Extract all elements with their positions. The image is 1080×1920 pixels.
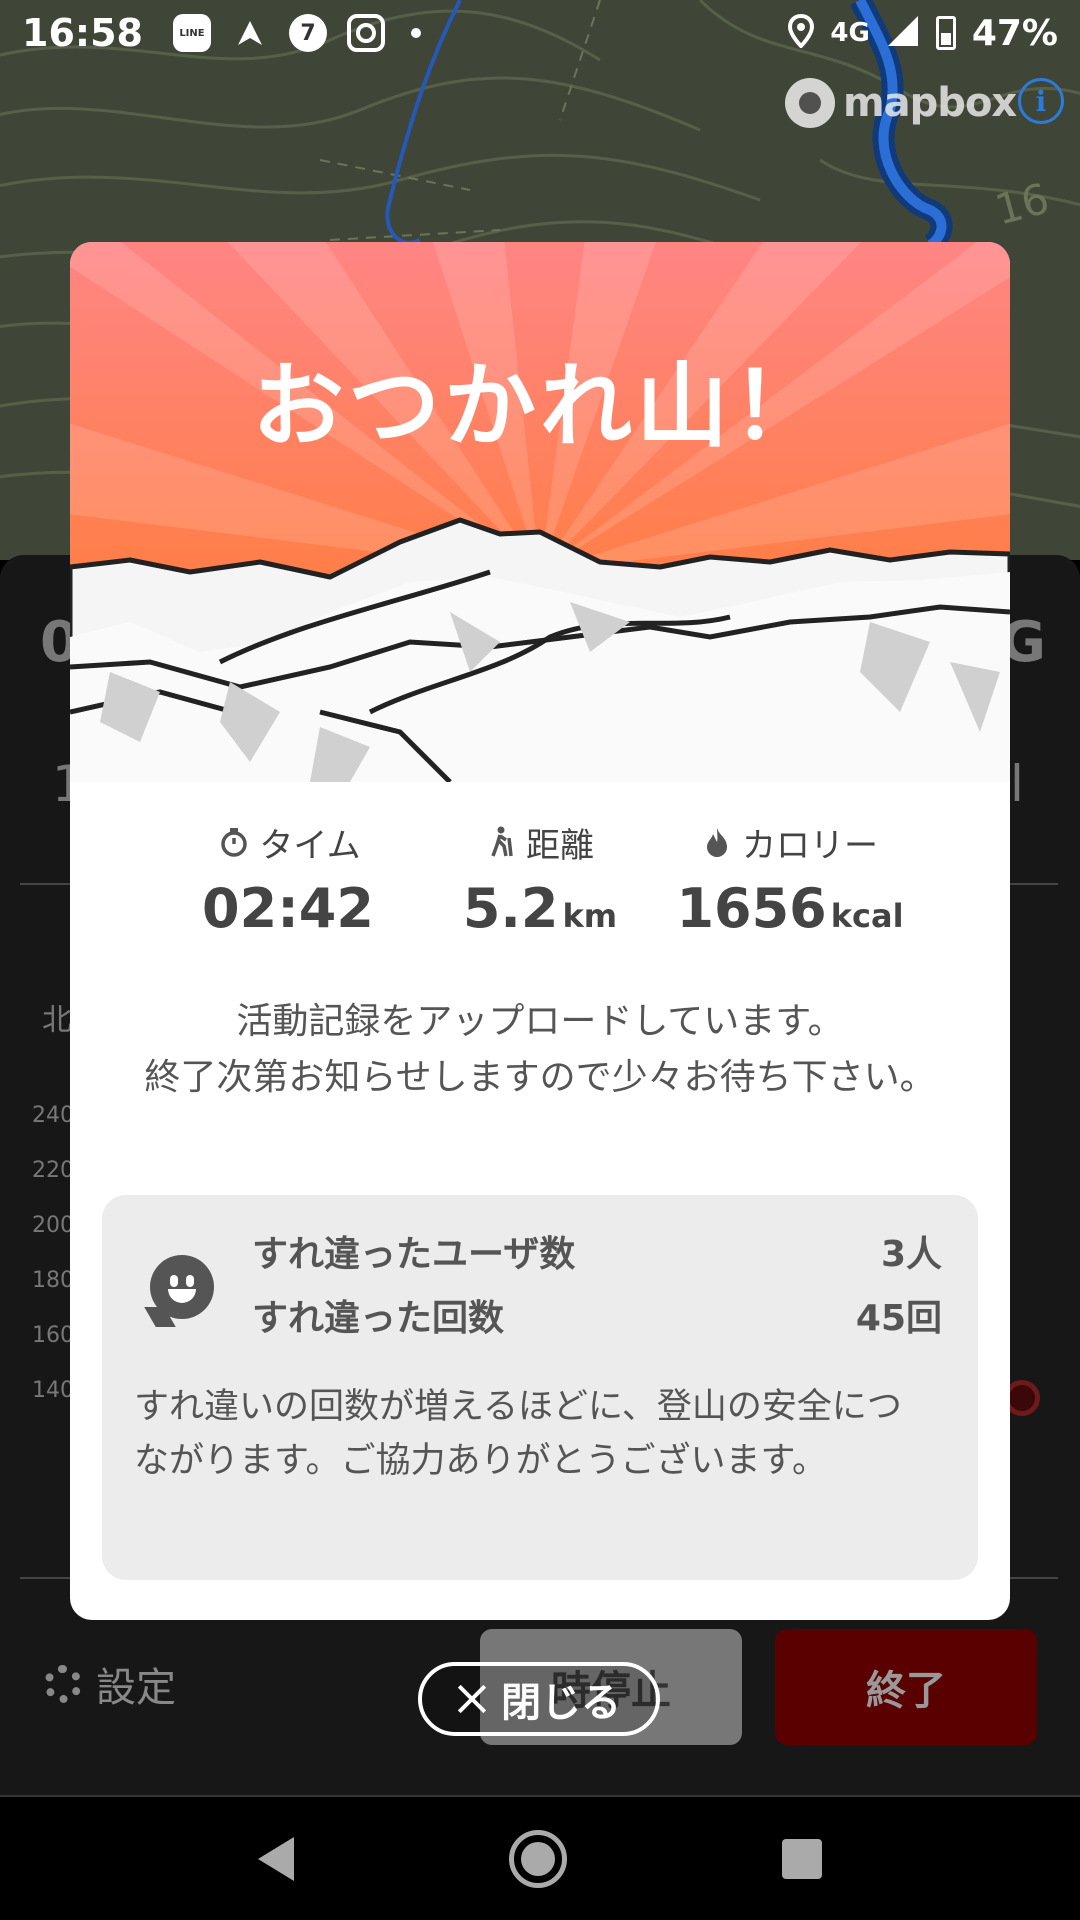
instagram-icon xyxy=(346,14,385,52)
stat-distance-label: 距離 xyxy=(526,825,594,866)
stat-label: カロリー xyxy=(665,817,915,867)
settings-label: 設定 xyxy=(96,1665,176,1711)
stat-time-value: 02:42 xyxy=(165,877,415,940)
navigation-icon xyxy=(231,14,269,52)
stat-calories-value: 1656 kcal xyxy=(665,877,915,940)
upload-message-line: 活動記録をアップロードしています。 xyxy=(236,1001,844,1042)
mountain-illustration xyxy=(70,242,1010,782)
passing-users-value: 3人 xyxy=(880,1234,942,1275)
dialog-title: おつかれ山！ xyxy=(251,353,828,460)
passing-count-value: 45回 xyxy=(855,1298,942,1339)
axis-tick: 240 xyxy=(32,1103,74,1128)
passing-count-row: すれ違った回数 45回 xyxy=(252,1289,942,1341)
smiley-chat-icon xyxy=(150,1255,214,1319)
axis-tick: 160 xyxy=(32,1323,74,1348)
signal-icon xyxy=(886,14,920,52)
stat-time: タイム 02:42 xyxy=(165,817,415,941)
mapbox-wordmark: mapbox xyxy=(843,80,1017,126)
axis-tick: 220 xyxy=(32,1158,74,1183)
stat-distance: 距離 5.2 km xyxy=(415,817,665,941)
flame-icon xyxy=(702,827,732,857)
hero-banner: おつかれ山！ xyxy=(70,242,1010,782)
info-icon[interactable]: i xyxy=(1018,78,1064,124)
value: 02:42 xyxy=(202,877,374,940)
axis-tick: 180 xyxy=(32,1268,74,1293)
unit: kcal xyxy=(830,897,904,935)
value: 5.2 xyxy=(462,877,559,940)
passing-users-row: すれ違ったユーザ数 3人 xyxy=(252,1225,942,1277)
close-icon xyxy=(457,1684,487,1714)
status-time: 16:58 xyxy=(22,11,143,55)
line-icon: LINE xyxy=(172,14,211,52)
dot-icon xyxy=(410,28,421,38)
home-icon[interactable] xyxy=(508,1829,567,1888)
eye xyxy=(170,1275,178,1287)
system-nav-bar xyxy=(0,1795,1080,1920)
upload-message-line: 終了次第お知らせしますので少々お待ち下さい。 xyxy=(144,1057,936,1098)
end-button[interactable]: 終了 xyxy=(775,1629,1037,1745)
stat-distance-value: 5.2 km xyxy=(415,877,665,940)
battery-percent: 47% xyxy=(971,12,1058,54)
settings-button[interactable]: 設定 xyxy=(44,1655,176,1713)
close-button[interactable]: 閉じる xyxy=(418,1662,660,1736)
mapbox-logo[interactable]: mapbox xyxy=(785,78,1017,128)
stat-label: 距離 xyxy=(415,817,665,867)
stat-calories: カロリー 1656 kcal xyxy=(665,817,915,941)
recents-icon[interactable] xyxy=(782,1838,823,1879)
axis-tick: 200 xyxy=(32,1213,74,1238)
completion-dialog: おつかれ山！ タイム 02:42 距離 5.2 km カロリー 1656 kca… xyxy=(70,242,1010,1620)
seven-eleven-icon: 7 xyxy=(288,14,327,52)
passing-users-label: すれ違ったユーザ数 xyxy=(252,1234,576,1275)
gear-icon xyxy=(44,1665,82,1703)
unit: km xyxy=(562,897,618,935)
hiker-icon xyxy=(486,826,516,857)
back-icon[interactable] xyxy=(257,1836,294,1881)
passing-info-card: すれ違ったユーザ数 3人 すれ違った回数 45回 すれ違いの回数が増えるほどに、… xyxy=(102,1195,978,1580)
eye xyxy=(186,1275,194,1287)
north-label: 北 xyxy=(42,1003,72,1038)
upload-message: 活動記録をアップロードしています。 終了次第お知らせしますので少々お待ち下さい。 xyxy=(130,994,950,1106)
status-bar: 16:58 LINE 7 4G 47% xyxy=(0,0,1080,66)
panel-value2-right: l xyxy=(1010,755,1024,813)
close-label: 閉じる xyxy=(501,1680,621,1726)
location-icon xyxy=(788,13,815,52)
stat-calories-label: カロリー xyxy=(742,825,878,866)
passing-note: すれ違いの回数が増えるほどに、登山の安全につながります。ご協力ありがとうございま… xyxy=(134,1387,902,1481)
axis-tick: 140 xyxy=(32,1378,74,1403)
value: 1656 xyxy=(676,877,827,940)
passing-count-label: すれ違った回数 xyxy=(252,1298,505,1339)
stat-label: タイム xyxy=(165,817,415,867)
stats-row: タイム 02:42 距離 5.2 km カロリー 1656 kcal xyxy=(70,817,1010,941)
stopwatch-icon xyxy=(219,827,249,857)
mouth xyxy=(168,1289,196,1303)
network-type: 4G xyxy=(830,18,870,48)
mapbox-mark-icon xyxy=(785,78,835,128)
battery-icon xyxy=(935,16,956,50)
stat-time-label: タイム xyxy=(259,825,361,866)
